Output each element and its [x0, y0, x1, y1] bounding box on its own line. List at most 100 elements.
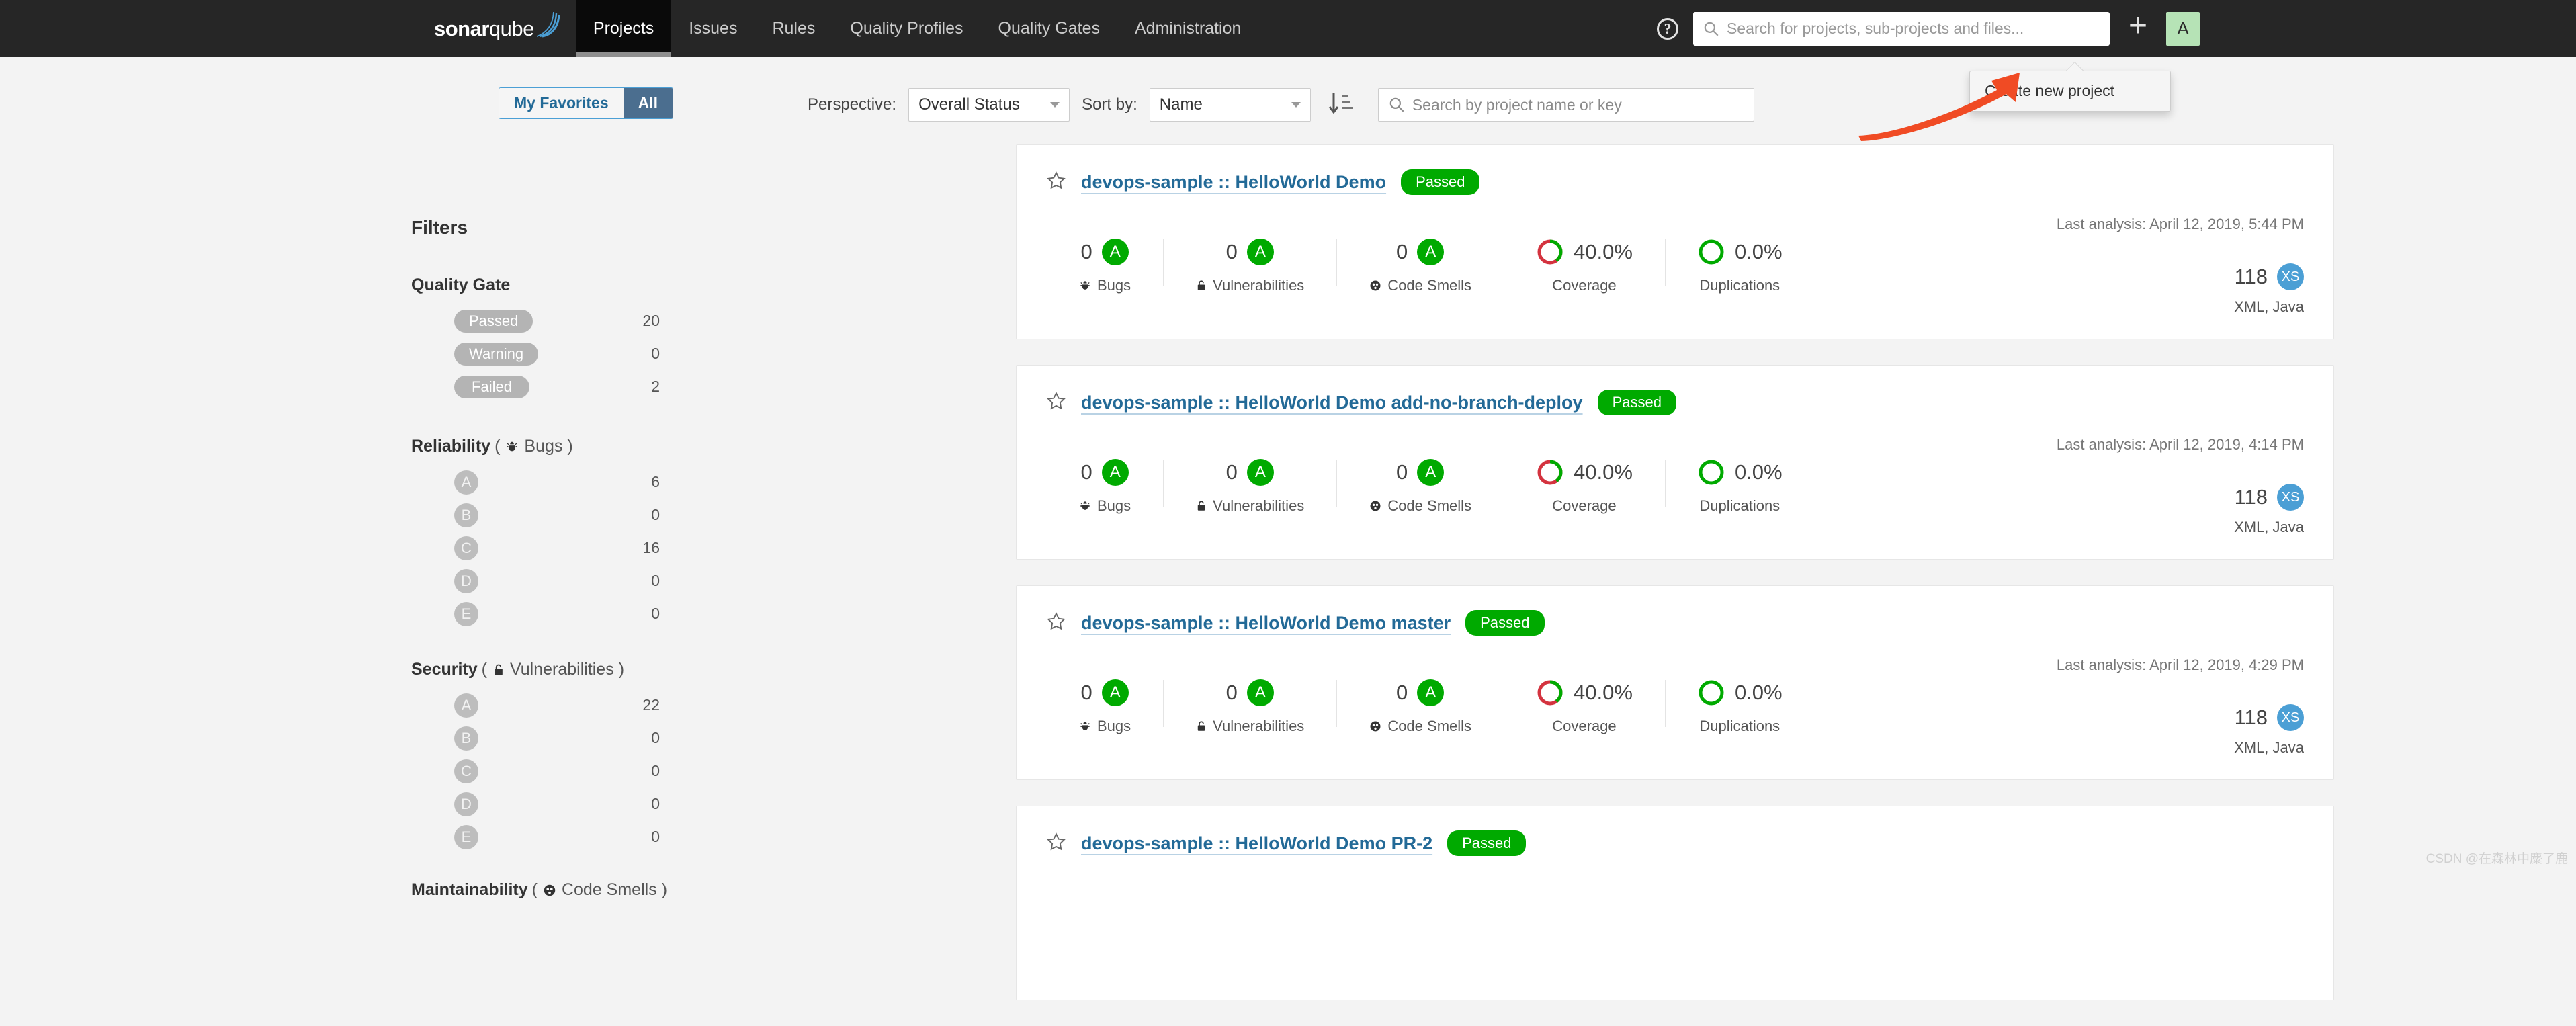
rating-circle-c: C — [454, 536, 478, 560]
projects-main: Perspective: Overall Status Sort by: Nam… — [774, 57, 2576, 871]
project-card[interactable]: devops-sample :: HelloWorld Demo add-no-… — [1016, 365, 2334, 560]
bug-icon — [1078, 279, 1092, 292]
bug-icon — [1078, 720, 1092, 733]
project-title-link[interactable]: devops-sample :: HelloWorld Demo add-no-… — [1081, 392, 1583, 413]
favorite-star-icon[interactable] — [1046, 832, 1066, 855]
project-search-input[interactable] — [1412, 96, 1744, 114]
facet-reliability-sub-label: Bugs — [524, 437, 562, 456]
project-card[interactable]: devops-sample :: HelloWorld Demo master … — [1016, 585, 2334, 780]
nav-item-quality-profiles[interactable]: Quality Profiles — [832, 0, 980, 57]
metric-vulnerabilities-value: 0 — [1226, 240, 1238, 264]
metric-code-smells-label: Code Smells — [1369, 277, 1471, 294]
create-menu-button[interactable]: + — [2124, 10, 2151, 42]
project-card[interactable]: devops-sample :: HelloWorld Demo PR-2 Pa… — [1016, 806, 2334, 1000]
metric-duplications[interactable]: 0.0% Duplications — [1665, 457, 1815, 515]
toggle-all[interactable]: All — [624, 88, 673, 118]
navbar-left: sonarqube Projects Issues Rules Quality … — [417, 0, 1258, 57]
metric-bugs-top: 0 A — [1080, 237, 1128, 267]
facet-count-security-a: 22 — [595, 696, 671, 714]
metric-vulnerabilities-rating: A — [1247, 459, 1274, 486]
facet-row-security-a[interactable]: A 22 — [411, 689, 767, 722]
facet-label-failed: Failed — [454, 376, 595, 398]
metric-duplications[interactable]: 0.0% Duplications — [1665, 677, 1815, 735]
metric-vulnerabilities-value: 0 — [1226, 460, 1238, 484]
facet-row-reliability-a[interactable]: A 6 — [411, 466, 767, 499]
coverage-donut-icon — [1536, 679, 1564, 707]
sort-by-select[interactable]: Name — [1150, 88, 1311, 122]
quality-gate-badge: Passed — [1598, 390, 1676, 415]
help-icon[interactable]: ? — [1657, 18, 1678, 40]
menu-item-create-new-project[interactable]: Create new project — [1970, 71, 2170, 111]
nav-item-administration[interactable]: Administration — [1117, 0, 1258, 57]
facet-row-passed[interactable]: Passed 20 — [411, 304, 767, 337]
project-title-link[interactable]: devops-sample :: HelloWorld Demo master — [1081, 613, 1451, 634]
global-search[interactable] — [1693, 12, 2110, 46]
metric-code-smells-label: Code Smells — [1369, 718, 1471, 735]
facet-row-reliability-e[interactable]: E 0 — [411, 597, 767, 630]
nav-item-projects[interactable]: Projects — [576, 0, 671, 57]
facet-row-security-c[interactable]: C 0 — [411, 755, 767, 787]
project-title-link[interactable]: devops-sample :: HelloWorld Demo — [1081, 172, 1386, 193]
facet-row-security-d[interactable]: D 0 — [411, 787, 767, 820]
project-title-link[interactable]: devops-sample :: HelloWorld Demo PR-2 — [1081, 833, 1432, 854]
metric-bugs[interactable]: 0 A Bugs — [1046, 677, 1163, 735]
sort-descending-icon[interactable] — [1323, 89, 1357, 121]
metric-vulnerabilities[interactable]: 0 A Vulnerabilities — [1163, 677, 1336, 735]
toggle-my-favorites[interactable]: My Favorites — [499, 88, 624, 118]
favorite-star-icon[interactable] — [1046, 391, 1066, 415]
favorite-star-icon[interactable] — [1046, 171, 1066, 194]
metric-code-smells[interactable]: 0 A Code Smells — [1336, 677, 1504, 735]
page-body: My Favorites All Filters Quality Gate Pa… — [0, 57, 2576, 871]
nav-item-quality-gates[interactable]: Quality Gates — [981, 0, 1117, 57]
project-size-badge: XS — [2277, 484, 2304, 511]
nav-item-issues[interactable]: Issues — [671, 0, 755, 57]
metric-coverage-label-text: Coverage — [1552, 277, 1616, 294]
metric-duplications[interactable]: 0.0% Duplications — [1665, 237, 1815, 294]
facet-row-security-b[interactable]: B 0 — [411, 722, 767, 755]
facet-row-reliability-d[interactable]: D 0 — [411, 564, 767, 597]
facet-label-reliability-d: D — [454, 569, 595, 593]
facet-row-failed[interactable]: Failed 2 — [411, 370, 767, 403]
quality-gate-badge: Passed — [1465, 610, 1544, 636]
nav-item-rules[interactable]: Rules — [755, 0, 832, 57]
code-smell-icon — [1369, 720, 1382, 733]
metric-coverage[interactable]: 40.0% Coverage — [1504, 237, 1665, 294]
project-card[interactable]: devops-sample :: HelloWorld Demo Passed … — [1016, 144, 2334, 339]
sort-by-label: Sort by: — [1082, 95, 1137, 114]
facet-row-security-e[interactable]: E 0 — [411, 820, 767, 853]
metric-vulnerabilities[interactable]: 0 A Vulnerabilities — [1163, 457, 1336, 515]
perspective-select[interactable]: Overall Status — [908, 88, 1070, 122]
metric-bugs-label: Bugs — [1078, 718, 1131, 735]
chevron-down-icon — [1050, 102, 1060, 108]
metric-code-smells[interactable]: 0 A Code Smells — [1336, 457, 1504, 515]
facet-count-passed: 20 — [595, 312, 671, 330]
facet-count-security-c: 0 — [595, 762, 671, 780]
facet-row-reliability-b[interactable]: B 0 — [411, 499, 767, 531]
favorite-star-icon[interactable] — [1046, 611, 1066, 635]
code-smell-icon — [542, 883, 557, 898]
facet-maintainability-header: Maintainability ( Code Smells) — [411, 880, 767, 900]
global-search-input[interactable] — [1727, 19, 2100, 38]
facet-bar-security-e — [671, 832, 758, 843]
metric-coverage[interactable]: 40.0% Coverage — [1504, 677, 1665, 735]
metric-vulnerabilities-top: 0 A — [1226, 237, 1274, 267]
facet-reliability: Reliability ( Bugs) A 6 B 0 C 16 — [411, 437, 767, 630]
metric-duplications-top: 0.0% — [1697, 677, 1783, 708]
rating-circle-d: D — [454, 569, 478, 593]
lock-icon — [1195, 720, 1207, 733]
filters-sidebar: My Favorites All Filters Quality Gate Pa… — [0, 57, 774, 871]
project-size-block: 118 XS XML, Java — [2234, 484, 2304, 536]
metric-coverage[interactable]: 40.0% Coverage — [1504, 457, 1665, 515]
metric-bugs[interactable]: 0 A Bugs — [1046, 457, 1163, 515]
avatar[interactable]: A — [2166, 12, 2200, 46]
logo-text: sonarqube — [434, 17, 534, 41]
metric-code-smells-value: 0 — [1396, 460, 1408, 484]
facet-row-reliability-c[interactable]: C 16 — [411, 531, 767, 564]
facet-row-warning[interactable]: Warning 0 — [411, 337, 767, 370]
metric-vulnerabilities[interactable]: 0 A Vulnerabilities — [1163, 237, 1336, 294]
metric-bugs[interactable]: 0 A Bugs — [1046, 237, 1163, 294]
sonarqube-logo[interactable]: sonarqube — [417, 0, 576, 57]
metric-vulnerabilities-label: Vulnerabilities — [1195, 718, 1304, 735]
project-search[interactable] — [1378, 88, 1754, 122]
metric-code-smells[interactable]: 0 A Code Smells — [1336, 237, 1504, 294]
